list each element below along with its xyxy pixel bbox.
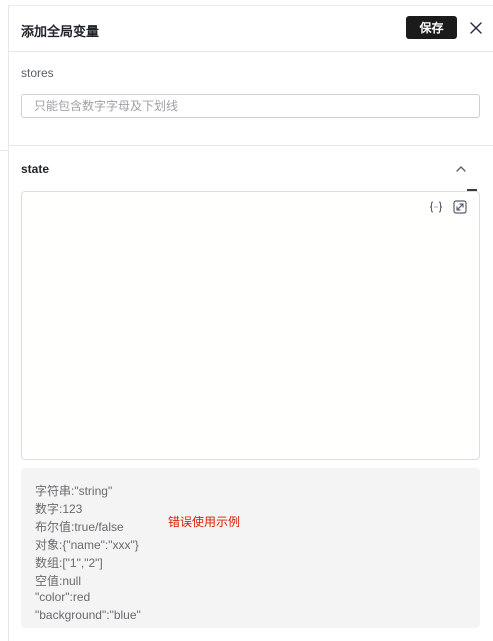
example-array: 数组:["1","2"] [35,556,103,570]
usage-examples-box: 字符串:"string" 数字:123 布尔值:true/false 对象:{"… [21,468,480,628]
error-usage-note: 错误使用示例 [168,515,241,529]
add-global-variable-drawer: 添加全局变量 保存 stores state [8,5,493,641]
drawer-title: 添加全局变量 [21,24,100,39]
state-label: state [21,162,50,176]
example-boolean: 布尔值:true/false [35,520,124,534]
example-object: 对象:{"name":"xxx"} [35,538,139,552]
section-divider [9,145,493,146]
chevron-up-icon[interactable] [454,162,468,176]
example-wrong-background: "background":"blue" [35,608,141,622]
state-json-editor[interactable] [21,191,480,460]
background-divider [0,150,8,151]
close-icon[interactable] [468,20,484,36]
stores-input[interactable] [21,94,480,118]
screen: 添加全局变量 保存 stores state [0,0,493,641]
example-string: 字符串:"string" [35,484,113,498]
save-button[interactable]: 保存 [406,16,457,39]
example-number: 数字:123 [35,502,83,516]
format-braces-icon[interactable] [428,199,444,215]
example-wrong-color: "color":red [35,590,91,604]
drawer-header: 添加全局变量 保存 [9,6,493,52]
stores-label: stores [21,66,54,80]
expand-icon[interactable] [452,199,468,215]
example-null: 空值:null [35,574,82,588]
